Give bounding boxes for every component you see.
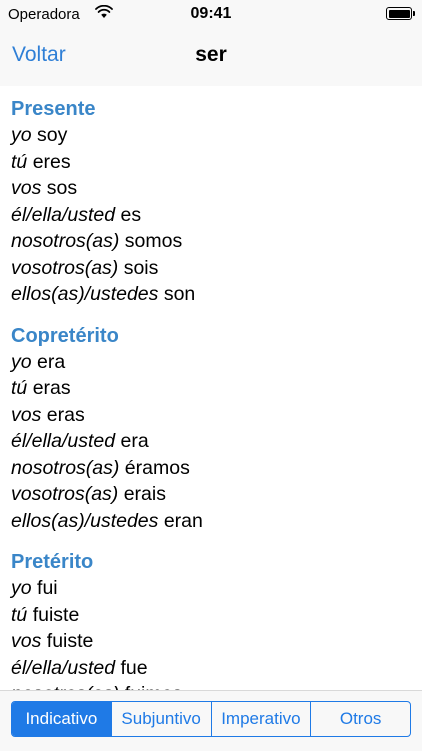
pronoun: nosotros(as) [11,456,120,479]
pronoun: yo [11,124,32,146]
conjugation-row: él/ella/usted fue [11,655,410,682]
tense-section: Copretérito yo era tú eras vos eras él/ella/… [11,323,410,535]
tab-otros[interactable]: Otros [310,702,410,736]
pronoun: yo [11,350,32,373]
verb-form: era [37,350,66,373]
back-button[interactable]: Voltar [12,43,66,67]
status-bar: Operadora 09:41 [0,0,422,28]
pronoun: vos [11,177,42,199]
pronoun: tú [11,377,28,399]
conjugation-row: vosotros(as) erais [11,481,410,508]
conjugation-row: nosotros(as) somos [11,228,410,255]
verb-form: eran [163,509,203,532]
tense-title: Presente [11,98,96,120]
pronoun: vosotros(as) [11,256,119,279]
verb-form: soy [37,124,68,146]
conjugation-row: vos fuiste [11,628,410,655]
pronoun: él/ella/usted [11,430,116,452]
conjugation-row: yo soy [11,122,410,149]
tab-imperativo[interactable]: Imperativo [210,702,311,736]
tab-indicativo[interactable]: Indicativo [12,702,111,736]
verb-form: fuiste [46,630,94,652]
conjugation-row: tú fuiste [11,602,410,629]
verb-form: son [163,283,196,305]
conjugation-row: tú eras [11,375,410,402]
pronoun: ellos(as)/ustedes [11,283,159,305]
verb-form: erais [123,483,166,505]
conjugation-row: nosotros(as) fuimos [11,681,410,690]
verb-form: somos [124,230,183,252]
conjugation-row: tú eres [11,149,410,176]
conjugation-row: nosotros(as) éramos [11,455,410,482]
pronoun: vos [11,630,42,652]
verb-form: eras [46,403,85,426]
tense-section: Presente yo soy tú eres vos sos él/ella/uste… [11,96,410,308]
verb-form: fue [120,656,148,679]
tab-subjuntivo[interactable]: Subjuntivo [110,702,211,736]
mood-segmented-control: Indicativo Subjuntivo Imperativo Otros [11,701,411,737]
pronoun: vos [11,403,42,426]
conjugation-row: ellos(as)/ustedes eran [11,508,410,535]
pronoun: él/ella/usted [11,203,116,226]
tense-section: Pretérito yo fui tú fuiste vos fuiste él/ell… [11,549,410,690]
pronoun: tú [11,603,28,626]
pronoun: tú [11,150,28,173]
pronoun: vosotros(as) [11,483,119,505]
battery-icon [386,7,415,20]
tense-title: Copretérito [11,324,119,347]
verb-form: eras [32,377,71,399]
conjugation-row: él/ella/usted era [11,428,410,455]
navigation-bar: Voltar ser [0,28,422,86]
mood-tab-bar: Indicativo Subjuntivo Imperativo Otros [0,690,422,751]
verb-form: sois [123,256,159,279]
conjugation-row: yo fui [11,575,410,602]
conjugation-row: vos eras [11,402,410,429]
pronoun: yo [11,577,32,599]
conjugation-row: ellos(as)/ustedes son [11,281,410,308]
tense-title: Pretérito [11,551,94,573]
verb-form: fuimos [125,683,182,690]
conjugation-row: vosotros(as) sois [11,255,410,282]
conjugation-list[interactable]: Presente yo soy tú eres vos sos él/ella/uste… [0,86,422,690]
verb-form: es [120,203,142,226]
conjugation-row: yo era [11,349,410,376]
verb-form: eres [32,150,71,173]
verb-form: fui [37,577,58,599]
pronoun: él/ella/usted [11,656,116,679]
clock: 09:41 [190,5,232,22]
pronoun: nosotros(as) [11,683,119,690]
pronoun: nosotros(as) [11,230,120,252]
conjugation-row: vos sos [11,175,410,202]
verb-form: sos [46,177,78,199]
verb-form: éramos [124,456,190,479]
verb-form: era [120,430,149,452]
pronoun: ellos(as)/ustedes [11,509,159,532]
conjugation-row: él/ella/usted es [11,202,410,229]
verb-form: fuiste [32,603,80,626]
